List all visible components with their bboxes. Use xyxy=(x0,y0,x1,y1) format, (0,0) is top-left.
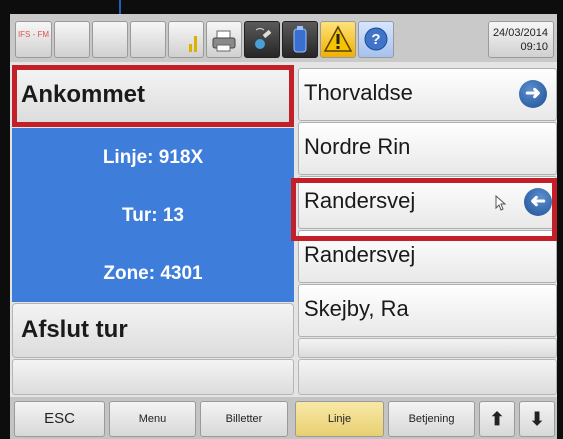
operation-button[interactable]: Betjening xyxy=(388,401,475,437)
empty-status-slot xyxy=(130,21,166,58)
empty-status-slot xyxy=(54,21,90,58)
svg-text:?: ? xyxy=(371,31,380,48)
empty-stop-row xyxy=(298,338,557,358)
stop-name: Skejby, Ra xyxy=(304,296,409,321)
bottom-toolbar: ESC Menu Billetter Linje Betjening ⬆ ⬇ xyxy=(10,397,557,439)
scroll-up-button[interactable]: ⬆ xyxy=(479,401,515,437)
date-text: 24/03/2014 xyxy=(492,27,548,39)
warning-icon[interactable] xyxy=(320,21,356,58)
trip-number-text: Tur: 13 xyxy=(122,205,184,226)
empty-status-slot xyxy=(92,21,128,58)
stop-item[interactable]: Nordre Rin xyxy=(298,122,557,175)
highlight-frame-arrived xyxy=(12,65,294,127)
device-screen: IFS - FM ? 24/03/2014 09:10 Ankommet Lin… xyxy=(10,14,557,439)
menu-button[interactable]: Menu xyxy=(109,401,196,437)
ifs-logo-icon: IFS - FM xyxy=(15,21,52,58)
stop-item[interactable]: Skejby, Ra xyxy=(298,284,557,337)
tickets-button[interactable]: Billetter xyxy=(200,401,288,437)
time-text: 09:10 xyxy=(520,41,548,53)
gps-satellite-icon xyxy=(244,21,280,58)
status-bar: IFS - FM ? 24/03/2014 09:10 xyxy=(10,14,557,62)
battery-icon xyxy=(282,21,318,58)
trip-info-panel: Linje: 918X Tur: 13 Zone: 4301 xyxy=(12,128,294,302)
signal-bars-icon xyxy=(168,21,204,58)
zone-number-text: Zone: 4301 xyxy=(103,263,203,284)
esc-button[interactable]: ESC xyxy=(14,401,105,437)
empty-stop-row xyxy=(298,359,557,395)
end-trip-label: Afslut tur xyxy=(21,316,128,343)
logo-text: IFS - FM xyxy=(17,30,50,39)
line-number-text: Linje: 918X xyxy=(102,147,204,168)
help-icon[interactable]: ? xyxy=(358,21,394,58)
stop-name: Thorvaldse xyxy=(304,80,413,105)
stop-item[interactable]: Thorvaldse ➜ xyxy=(298,68,557,121)
empty-left-row xyxy=(12,359,294,395)
stop-name: Nordre Rin xyxy=(304,134,411,159)
highlight-frame-stop xyxy=(291,178,557,241)
stop-name: Randersvej xyxy=(304,242,416,267)
end-trip-button[interactable]: Afslut tur xyxy=(12,303,294,358)
line-tab-button[interactable]: Linje xyxy=(295,401,384,437)
scroll-down-button[interactable]: ⬇ xyxy=(519,401,555,437)
datetime-display: 24/03/2014 09:10 xyxy=(488,21,554,58)
arrow-right-circle-icon[interactable]: ➜ xyxy=(519,80,547,108)
printer-icon[interactable] xyxy=(206,21,242,58)
